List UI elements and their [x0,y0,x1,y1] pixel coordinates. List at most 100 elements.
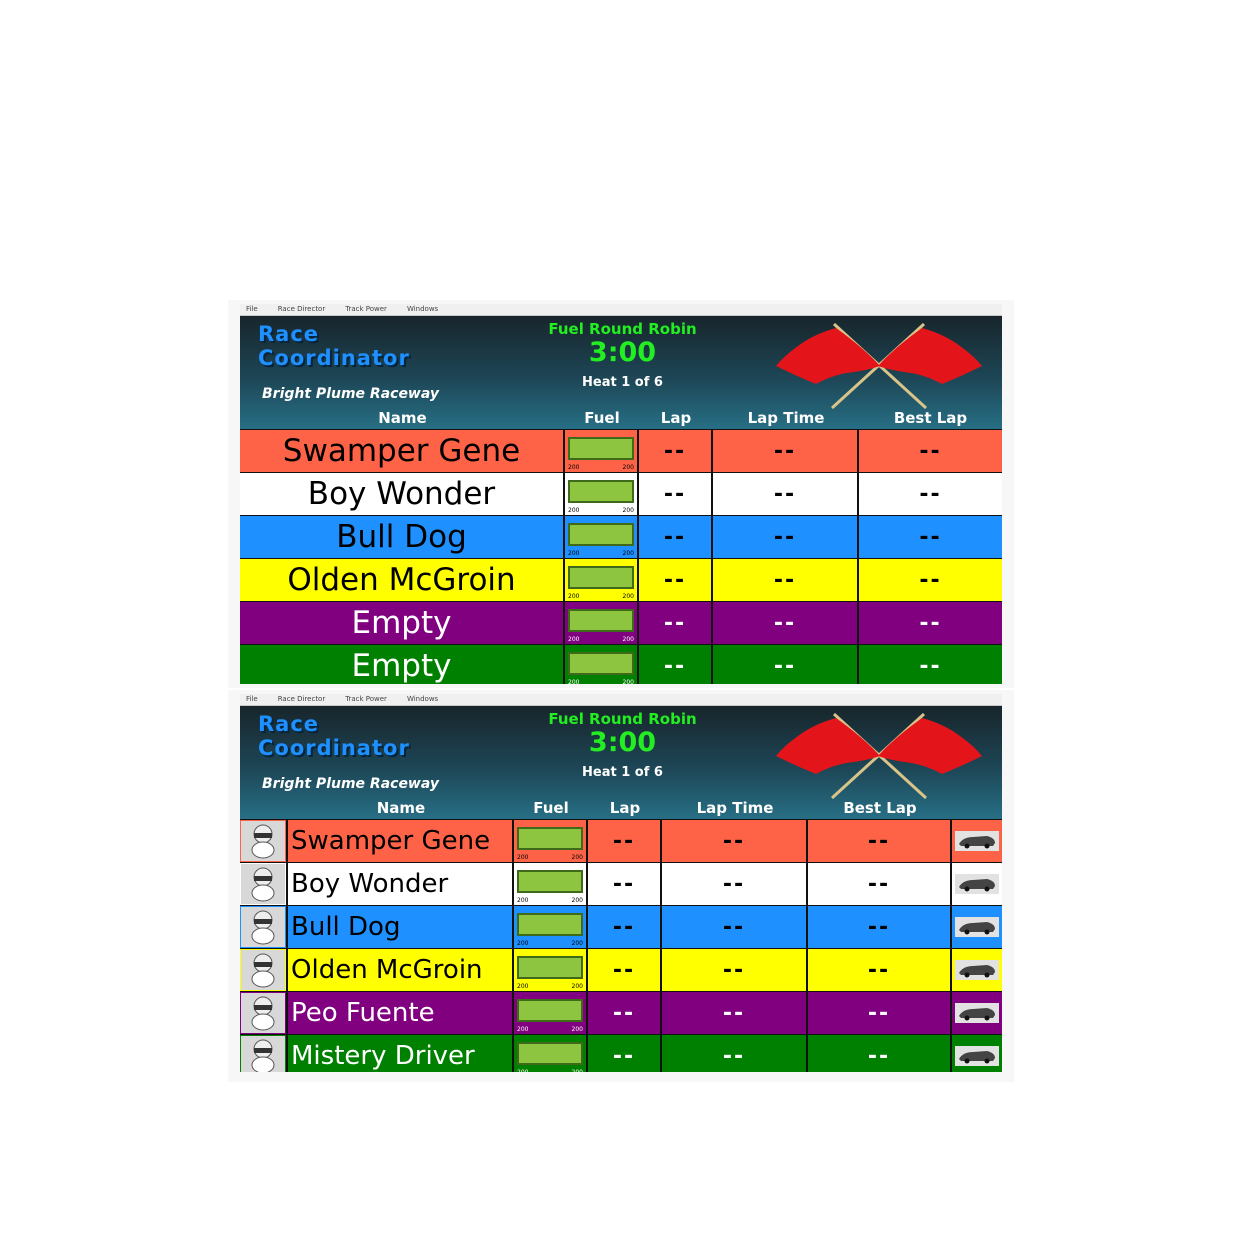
driver-name[interactable]: Bull Dog [240,516,565,558]
race-timer: 3:00 [588,337,657,368]
race-car-icon[interactable] [955,1046,999,1066]
lap-count: -- [588,820,662,862]
menu-windows[interactable]: Windows [407,694,438,705]
driver-avatar-icon[interactable] [241,993,285,1033]
table-row[interactable]: Mistery Driver200200------ [240,1034,1002,1072]
driver-name[interactable]: Olden McGroin [240,559,565,601]
best-lap: -- [919,653,942,679]
table-row[interactable]: Peo Fuente 200 200 -- -- -- [240,991,1002,1034]
best-lap: -- [919,610,942,636]
column-header-best-lap[interactable]: Best Lap [859,407,1002,429]
track-name: Bright Plume Raceway [262,776,440,792]
best-lap: -- [808,906,952,948]
fuel-min-label: 200 [568,464,580,471]
menu-race-director[interactable]: Race Director [278,304,326,315]
best-lap: -- [808,992,952,1034]
crossed-flags-icon [776,322,982,410]
fuel-bar [517,956,583,979]
driver-name[interactable]: Bull Dog [288,906,514,948]
menu-windows[interactable]: Windows [407,304,438,315]
menu-race-director[interactable]: Race Director [278,694,326,705]
fuel-gauge: 200 200 [514,949,588,991]
fuel-gauge: 200 200 [565,645,639,684]
table-row[interactable]: Olden McGroin 200 200 -- -- -- [240,558,1002,601]
best-lap: -- [808,863,952,905]
fuel-gauge: 200 200 [514,820,588,862]
driver-avatar-icon[interactable] [241,950,285,990]
race-timer: 3:00 [588,727,657,758]
lap-count: -- [639,430,713,472]
driver-name[interactable]: Mistery Driver [288,1035,514,1072]
column-header-lap-time[interactable]: Lap Time [713,407,859,429]
driver-name[interactable]: Empty [240,602,565,644]
avatar-cell [240,949,288,991]
race-car-icon[interactable] [955,917,999,937]
screenshot-panel-1: File Race Director Track Power Windows R… [228,300,1014,688]
driver-name[interactable]: Swamper Gene [288,820,514,862]
fuel-bar [568,480,634,503]
app-logo: Race Coordinator [258,712,410,760]
race-car-icon[interactable] [955,831,999,851]
column-header-fuel[interactable]: Fuel [565,407,639,429]
car-cell [952,820,1002,862]
race-window: File Race Director Track Power Windows R… [240,304,1002,684]
fuel-max-label: 200 [622,464,634,471]
car-cell [952,992,1002,1034]
table-row[interactable]: Bull Dog 200 200 -- -- -- [240,905,1002,948]
fuel-bar [517,999,583,1022]
driver-avatar-icon[interactable] [241,1036,285,1072]
table-row[interactable]: Bull Dog 200 200 -- -- -- [240,515,1002,558]
table-row[interactable]: Boy Wonder 200 200 -- -- -- [240,472,1002,515]
avatar-cell [240,1035,288,1072]
driver-avatar-icon[interactable] [241,864,285,904]
column-header-lap[interactable]: Lap [588,797,662,819]
lap-count: -- [588,1035,662,1072]
fuel-gauge: 200 200 [514,863,588,905]
driver-name[interactable]: Boy Wonder [288,863,514,905]
table-row[interactable]: Boy Wonder 200 200 -- -- -- [240,862,1002,905]
screenshot-panel-2: File Race Director Track Power Windows R… [228,690,1014,1082]
column-header-lap[interactable]: Lap [639,407,713,429]
car-cell [952,863,1002,905]
fuel-gauge: 200 200 [565,430,639,472]
fuel-max-label: 200 [622,507,634,514]
table-row[interactable]: Empty 200 200 -- -- -- [240,644,1002,684]
track-name: Bright Plume Raceway [262,386,440,402]
column-header-lap-time[interactable]: Lap Time [662,797,808,819]
driver-name[interactable]: Empty [240,645,565,684]
lap-time: -- [713,602,859,644]
driver-name[interactable]: Olden McGroin [288,949,514,991]
column-header-fuel[interactable]: Fuel [514,797,588,819]
driver-avatar-icon[interactable] [241,907,285,947]
table-row[interactable]: Empty 200 200 -- -- -- [240,601,1002,644]
fuel-bar [517,827,583,850]
fuel-min-label: 200 [568,679,580,684]
best-lap: -- [808,1035,952,1072]
column-header-name[interactable]: Name [288,797,514,819]
driver-name[interactable]: Peo Fuente [288,992,514,1034]
fuel-bar [517,913,583,936]
fuel-gauge: 200 200 [565,602,639,644]
car-cell [952,1035,1002,1072]
race-car-icon[interactable] [955,874,999,894]
table-row[interactable]: Olden McGroin 200 200 -- -- -- [240,948,1002,991]
car-cell [952,906,1002,948]
table-row[interactable]: Swamper Gene 200 200 -- -- -- [240,819,1002,862]
race-car-icon[interactable] [955,960,999,980]
race-car-icon[interactable] [955,1003,999,1023]
fuel-bar [568,523,634,546]
table-row[interactable]: Swamper Gene 200 200 -- -- -- [240,429,1002,472]
driver-name[interactable]: Swamper Gene [240,430,565,472]
column-header-best-lap[interactable]: Best Lap [808,797,952,819]
column-header-name[interactable]: Name [240,407,565,429]
driver-avatar-icon[interactable] [241,821,285,861]
lap-count: -- [639,559,713,601]
menu-track-power[interactable]: Track Power [345,694,387,705]
driver-name[interactable]: Boy Wonder [240,473,565,515]
menu-file[interactable]: File [246,694,258,705]
menu-track-power[interactable]: Track Power [345,304,387,315]
menu-file[interactable]: File [246,304,258,315]
heat-indicator: Heat 1 of 6 [582,765,663,780]
race-window: File Race Director Track Power Windows R… [240,694,1002,1072]
fuel-bar [568,652,634,675]
